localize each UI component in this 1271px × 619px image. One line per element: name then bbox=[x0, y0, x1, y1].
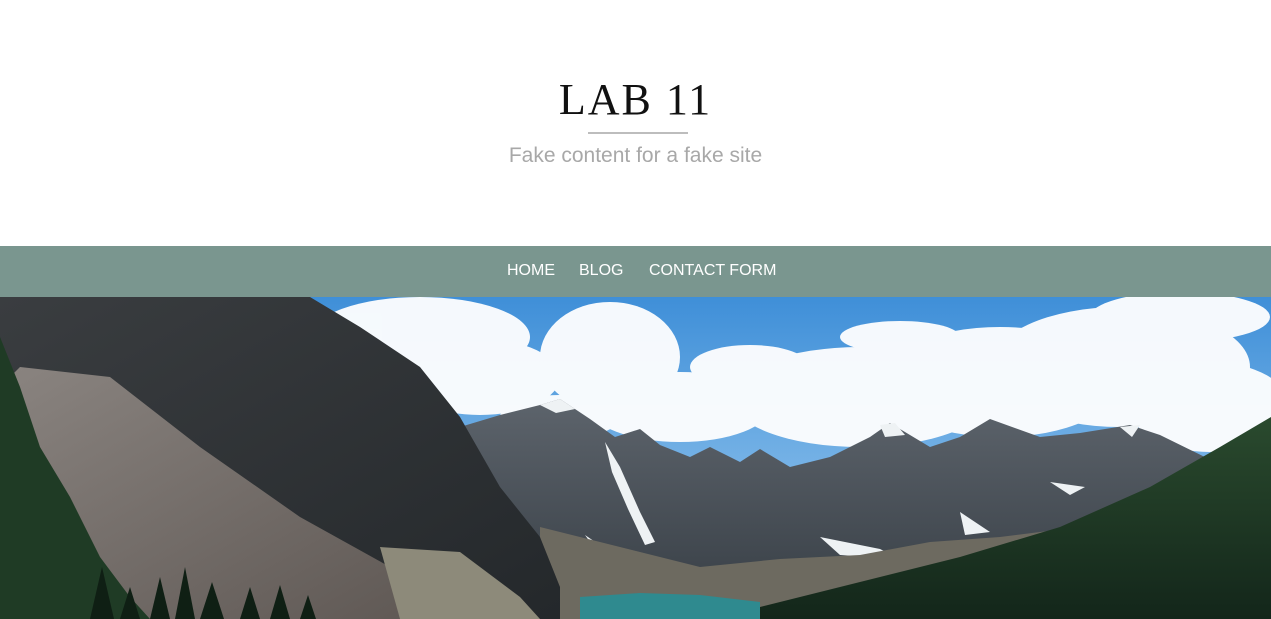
title-divider bbox=[588, 132, 688, 134]
site-header: LAB 11 Fake content for a fake site bbox=[0, 0, 1271, 246]
site-tagline: Fake content for a fake site bbox=[508, 144, 763, 167]
nav-item-home[interactable]: HOME bbox=[507, 261, 555, 281]
site-title[interactable]: LAB 11 bbox=[0, 74, 1271, 126]
mountain-landscape-illustration bbox=[0, 297, 1271, 619]
nav-item-contact-form[interactable]: CONTACT FORM bbox=[649, 261, 776, 281]
main-nav: HOME BLOG CONTACT FORM bbox=[0, 246, 1271, 297]
hero-image bbox=[0, 297, 1271, 619]
nav-item-blog[interactable]: BLOG bbox=[579, 261, 623, 281]
nav-list: HOME BLOG CONTACT FORM bbox=[0, 246, 1271, 297]
